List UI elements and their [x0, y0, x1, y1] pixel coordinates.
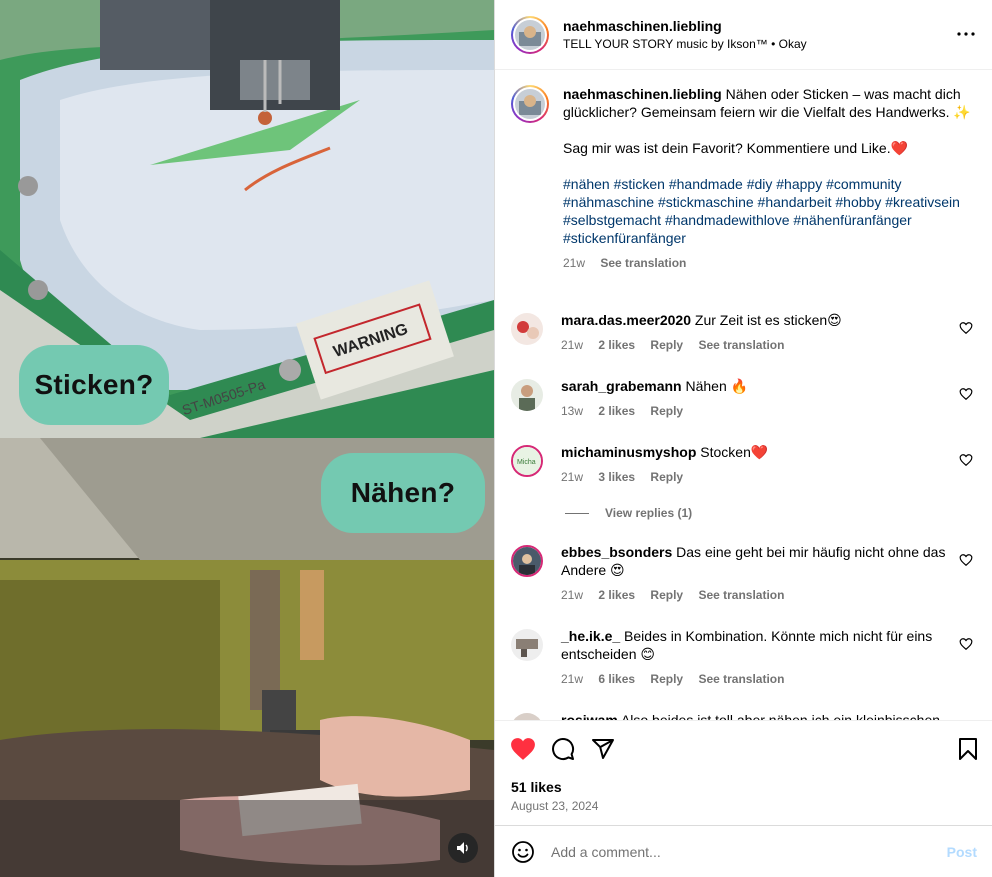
- comment-item: _he.ik.e_ Beides in Kombination. Könnte …: [511, 627, 981, 687]
- comment-see-translation[interactable]: See translation: [698, 588, 784, 602]
- label-sticken: Sticken?: [19, 345, 169, 425]
- comment-text: Stocken❤️: [700, 444, 769, 460]
- caption-avatar[interactable]: [511, 85, 549, 123]
- avatar-image: [511, 713, 543, 720]
- comment-see-translation[interactable]: See translation: [698, 672, 784, 686]
- add-comment-bar: Add a comment... Post: [495, 825, 992, 877]
- comment-likes[interactable]: 2 likes: [598, 404, 635, 418]
- likes-count[interactable]: 51 likes: [511, 779, 562, 795]
- post-side-panel: naehmaschinen.liebling TELL YOUR STORY m…: [494, 0, 992, 877]
- comment-time[interactable]: 21w: [561, 588, 583, 602]
- label-naehen: Nähen?: [321, 453, 485, 533]
- comment-likes[interactable]: 3 likes: [598, 470, 635, 484]
- avatar-image: [513, 547, 541, 575]
- caption-time[interactable]: 21w: [563, 256, 585, 270]
- mute-button[interactable]: [448, 833, 478, 863]
- commenter-avatar[interactable]: [511, 379, 543, 411]
- comment-username[interactable]: _he.ik.e_: [561, 628, 620, 644]
- commenter-avatar[interactable]: [511, 313, 543, 345]
- comment-item: rosiwam Also beides ist toll aber nähen …: [511, 711, 981, 720]
- comment-text: Nähen 🔥: [685, 378, 749, 394]
- avatar-image: [511, 629, 543, 661]
- comment-time[interactable]: 21w: [561, 338, 583, 352]
- comment-text: Zur Zeit ist es sticken😍: [694, 312, 842, 328]
- comment-username[interactable]: michaminusmyshop: [561, 444, 696, 460]
- comment-like-icon[interactable]: [959, 553, 973, 567]
- comment-username[interactable]: mara.das.meer2020: [561, 312, 691, 328]
- view-replies-button[interactable]: View replies (1): [565, 506, 692, 520]
- commenter-avatar[interactable]: [511, 545, 543, 577]
- comment-time[interactable]: 13w: [561, 404, 583, 418]
- comment-likes[interactable]: 2 likes: [598, 588, 635, 602]
- comment-input[interactable]: Add a comment...: [551, 844, 947, 860]
- comments-list[interactable]: naehmaschinen.liebling Nähen oder Sticke…: [495, 71, 992, 720]
- more-options-button[interactable]: [956, 24, 976, 44]
- speaker-icon: [457, 842, 468, 854]
- comment-reply-button[interactable]: Reply: [650, 470, 683, 484]
- comment-like-icon[interactable]: [959, 387, 973, 401]
- comment-reply-button[interactable]: Reply: [650, 672, 683, 686]
- comment-reply-button[interactable]: Reply: [650, 338, 683, 352]
- caption-username[interactable]: naehmaschinen.liebling: [563, 86, 722, 102]
- post-actions: 51 likes August 23, 2024: [495, 720, 992, 825]
- comment-button[interactable]: [550, 736, 576, 762]
- svg-text:Micha: Micha: [517, 459, 536, 466]
- avatar-image: [511, 379, 543, 411]
- emoji-icon[interactable]: [511, 840, 535, 864]
- video-frame: WARNING ST-M0505-Pa: [0, 0, 494, 877]
- avatar-image: Micha: [513, 447, 541, 475]
- post-header: naehmaschinen.liebling TELL YOUR STORY m…: [495, 0, 992, 70]
- avatar-image: [511, 313, 543, 345]
- caption-text-2: Sag mir was ist dein Favorit? Kommentier…: [563, 140, 909, 156]
- comment-username[interactable]: sarah_grabemann: [561, 378, 682, 394]
- comment-text: Also beides ist toll aber nähen ich ein …: [620, 712, 941, 720]
- bookmark-icon: [959, 738, 977, 760]
- caption-hashtags[interactable]: #nähen #sticken #handmade #diy #happy #c…: [563, 175, 971, 247]
- more-icon: [957, 32, 975, 36]
- post-date[interactable]: August 23, 2024: [511, 799, 598, 813]
- comment-username[interactable]: ebbes_bsonders: [561, 544, 672, 560]
- author-username[interactable]: naehmaschinen.liebling: [563, 17, 807, 35]
- avatar-image: [515, 19, 545, 50]
- paper-plane-icon: [592, 739, 614, 759]
- comment-icon: [552, 738, 575, 760]
- comment-like-icon[interactable]: [959, 321, 973, 335]
- post-caption: naehmaschinen.liebling Nähen oder Sticke…: [511, 85, 971, 271]
- post-media[interactable]: WARNING ST-M0505-Pa Sticken? Nähen?: [0, 0, 494, 877]
- avatar-image: [515, 89, 545, 119]
- author-avatar[interactable]: [511, 15, 549, 54]
- comment-item: ebbes_bsonders Das eine geht bei mir häu…: [511, 543, 981, 603]
- caption-see-translation[interactable]: See translation: [600, 256, 686, 270]
- comment-likes[interactable]: 2 likes: [598, 338, 635, 352]
- commenter-avatar[interactable]: [511, 713, 543, 720]
- comment-time[interactable]: 21w: [561, 672, 583, 686]
- share-button[interactable]: [590, 736, 616, 762]
- comment-item: mara.das.meer2020 Zur Zeit ist es sticke…: [511, 311, 981, 353]
- save-button[interactable]: [955, 736, 981, 762]
- comment-time[interactable]: 21w: [561, 470, 583, 484]
- comment-like-icon[interactable]: [959, 637, 973, 651]
- commenter-avatar[interactable]: [511, 629, 543, 661]
- comment-item: sarah_grabemann Nähen 🔥 13w 2 likes Repl…: [511, 377, 981, 419]
- like-button[interactable]: [510, 736, 536, 762]
- audio-info[interactable]: TELL YOUR STORY music by Ikson™ • Okay: [563, 35, 807, 53]
- comment-item: Micha michaminusmyshop Stocken❤️ 21w 3 l…: [511, 443, 981, 485]
- comment-see-translation[interactable]: See translation: [698, 338, 784, 352]
- comment-username[interactable]: rosiwam: [561, 712, 618, 720]
- comment-reply-button[interactable]: Reply: [650, 588, 683, 602]
- heart-filled-icon: [511, 738, 535, 760]
- comment-likes[interactable]: 6 likes: [598, 672, 635, 686]
- comment-reply-button[interactable]: Reply: [650, 404, 683, 418]
- commenter-avatar[interactable]: Micha: [511, 445, 543, 477]
- comment-like-icon[interactable]: [959, 453, 973, 467]
- post-comment-button[interactable]: Post: [947, 844, 977, 860]
